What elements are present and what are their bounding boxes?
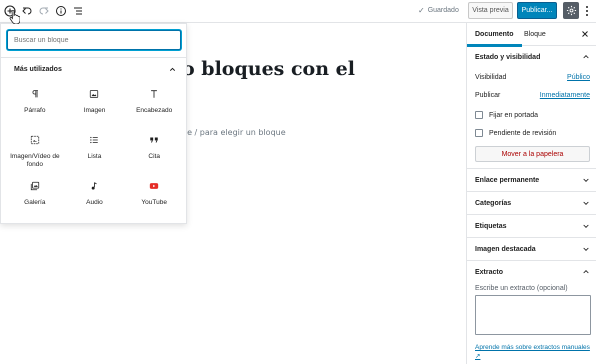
chevron-up-icon [583, 270, 589, 274]
saved-indicator: ✓ Guardado [418, 6, 459, 15]
chevron-down-icon [583, 224, 589, 228]
excerpt-help-link[interactable]: Aprende más sobre extractos manuales ↗ [467, 343, 596, 361]
pending-checkbox[interactable] [475, 129, 483, 137]
default-block-appender[interactable]: be / para elegir un bloque [182, 128, 286, 137]
youtube-icon [147, 179, 161, 193]
visibility-row: Visibilidad Público [467, 68, 596, 86]
check-icon: ✓ [418, 6, 425, 15]
audio-icon [87, 179, 101, 193]
publish-label: Publicar [475, 91, 501, 99]
featured-image-panel: Imagen destacada [467, 238, 596, 261]
info-icon[interactable] [54, 4, 68, 18]
chevron-up-icon [583, 55, 589, 59]
most-used-title: Más utilizados [14, 66, 62, 73]
block-item-quote[interactable]: Cita [124, 130, 184, 176]
block-item-image[interactable]: Imagen [65, 84, 125, 130]
hand-cursor-icon [9, 10, 20, 24]
heading-icon [147, 87, 161, 101]
pending-checkbox-row[interactable]: Pendiente de revisión [467, 124, 596, 142]
preview-button[interactable]: Vista previa [468, 2, 513, 19]
image-icon [87, 87, 101, 101]
block-item-gallery[interactable]: Galería [5, 176, 65, 222]
chevron-up-icon [169, 67, 176, 71]
block-search-input[interactable] [14, 36, 174, 44]
block-item-label: YouTube [141, 199, 167, 206]
block-search-field[interactable] [7, 30, 181, 50]
permalink-panel: Enlace permanente [467, 169, 596, 192]
chevron-down-icon [583, 178, 589, 182]
external-link-icon: ↗ [475, 353, 481, 360]
panel-title: Estado y visibilidad [475, 53, 541, 61]
block-item-label: Lista [87, 153, 102, 160]
excerpt-panel: Extracto Escribe un extracto (opcional) … [467, 261, 596, 361]
block-item-list[interactable]: Lista [65, 130, 125, 176]
block-item-label: Audio [86, 199, 103, 206]
block-inserter-popover: Más utilizados Párrafo Imagen Encabezado [0, 23, 187, 224]
close-icon[interactable] [580, 29, 590, 39]
excerpt-header[interactable]: Extracto [467, 261, 596, 283]
categories-panel: Categorías [467, 192, 596, 215]
publish-button[interactable]: Publicar... [517, 2, 557, 19]
divider [1, 57, 186, 58]
post-title[interactable]: o bloques con el [182, 58, 355, 80]
block-types-list: Párrafo Imagen Encabezado Imagen/Vídeo d… [5, 84, 184, 222]
chevron-down-icon [583, 247, 589, 251]
block-item-cover[interactable]: Imagen/Vídeo de fondo [5, 130, 65, 176]
block-item-label: Cita [148, 153, 160, 160]
status-visibility-header[interactable]: Estado y visibilidad [467, 46, 596, 68]
pending-label: Pendiente de revisión [489, 129, 557, 137]
gear-icon [566, 5, 576, 16]
panel-title: Etiquetas [475, 222, 507, 230]
gallery-icon [28, 179, 42, 193]
sticky-checkbox[interactable] [475, 111, 483, 119]
block-item-label: Imagen [83, 107, 106, 114]
sticky-label: Fijar en portada [489, 111, 539, 119]
categories-header[interactable]: Categorías [467, 192, 596, 214]
saved-label: Guardado [427, 7, 459, 14]
block-item-label: Imagen/Vídeo de fondo [10, 153, 60, 168]
most-used-panel-header[interactable]: Más utilizados [14, 65, 177, 74]
block-item-audio[interactable]: Audio [65, 176, 125, 222]
list-icon [87, 133, 101, 147]
quote-icon [147, 133, 161, 147]
tab-block[interactable]: Bloque [524, 23, 546, 46]
more-menu-icon[interactable] [582, 3, 592, 19]
excerpt-field-label: Escribe un extracto (opcional) [475, 285, 568, 292]
featured-image-header[interactable]: Imagen destacada [467, 238, 596, 260]
block-item-label: Párrafo [24, 107, 46, 114]
panel-title: Enlace permanente [475, 176, 540, 184]
permalink-header[interactable]: Enlace permanente [467, 169, 596, 191]
excerpt-help-text: Aprende más sobre extractos manuales [475, 344, 590, 351]
undo-icon[interactable] [20, 4, 34, 18]
tab-document[interactable]: Documento [467, 23, 521, 47]
block-item-paragraph[interactable]: Párrafo [5, 84, 65, 130]
settings-sidebar: Documento Bloque Estado y visibilidad Vi… [466, 23, 596, 364]
status-visibility-panel: Estado y visibilidad Visibilidad Público… [467, 46, 596, 169]
publish-row: Publicar Inmediatamente [467, 86, 596, 104]
cover-icon [28, 133, 42, 147]
redo-icon[interactable] [37, 4, 51, 18]
tags-header[interactable]: Etiquetas [467, 215, 596, 237]
panel-title: Categorías [475, 199, 512, 207]
panel-title: Imagen destacada [475, 245, 536, 253]
block-item-label: Galería [24, 199, 46, 206]
paragraph-icon [28, 87, 42, 101]
panel-title: Extracto [475, 268, 504, 276]
move-to-trash-button[interactable]: Mover a la papelera [475, 146, 590, 162]
block-item-label: Encabezado [136, 107, 173, 114]
publish-date-link[interactable]: Inmediatamente [540, 92, 590, 99]
chevron-down-icon [583, 201, 589, 205]
editor-header-toolbar: ✓ Guardado Vista previa Publicar... [0, 0, 596, 23]
excerpt-textarea[interactable] [475, 295, 591, 335]
block-item-youtube[interactable]: YouTube [124, 176, 184, 222]
block-item-heading[interactable]: Encabezado [124, 84, 184, 130]
settings-button[interactable] [563, 2, 579, 19]
visibility-label: Visibilidad [475, 73, 507, 81]
block-navigation-icon[interactable] [71, 4, 85, 18]
sticky-checkbox-row[interactable]: Fijar en portada [467, 106, 596, 124]
visibility-link[interactable]: Público [567, 74, 590, 81]
sidebar-tabs: Documento Bloque [467, 23, 596, 47]
tags-panel: Etiquetas [467, 215, 596, 238]
